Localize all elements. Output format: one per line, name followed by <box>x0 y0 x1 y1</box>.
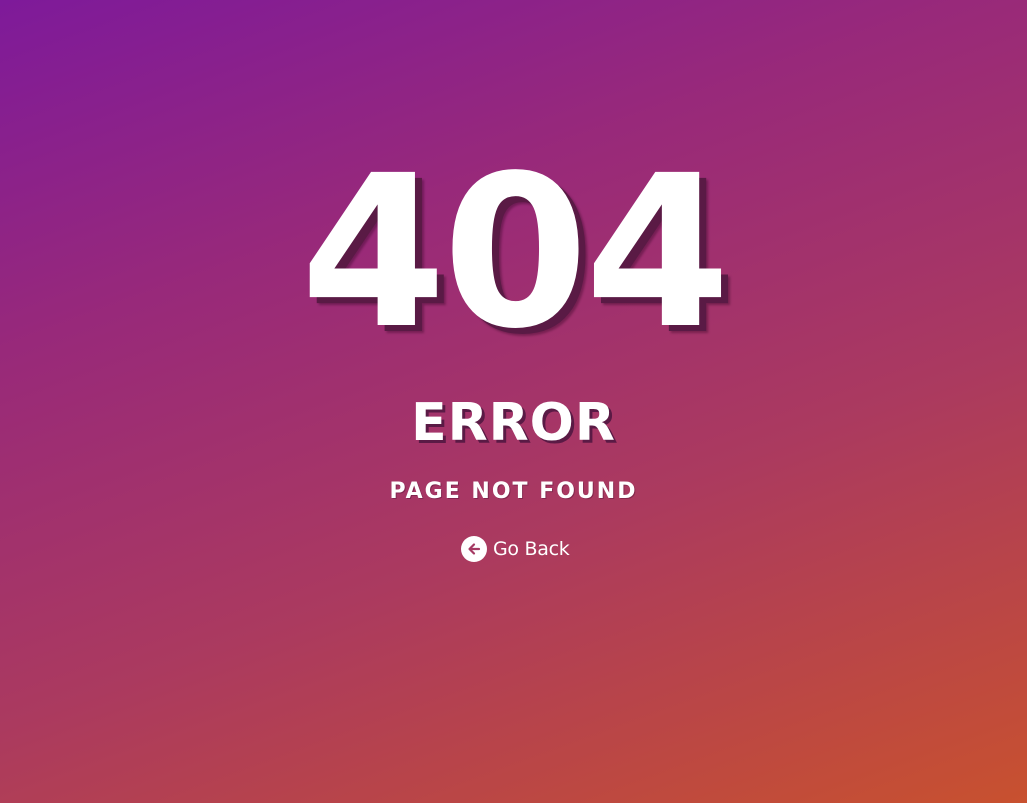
error-code: 404 <box>300 130 730 375</box>
error-page: 404 ERROR PAGE NOT FOUND Go Back <box>0 0 1027 803</box>
go-back-link[interactable]: Go Back <box>461 534 570 564</box>
go-back-label: Go Back <box>493 538 570 560</box>
error-title: ERROR <box>411 393 616 453</box>
error-subtitle: PAGE NOT FOUND <box>389 479 638 504</box>
arrow-left-circle-icon <box>461 536 487 562</box>
